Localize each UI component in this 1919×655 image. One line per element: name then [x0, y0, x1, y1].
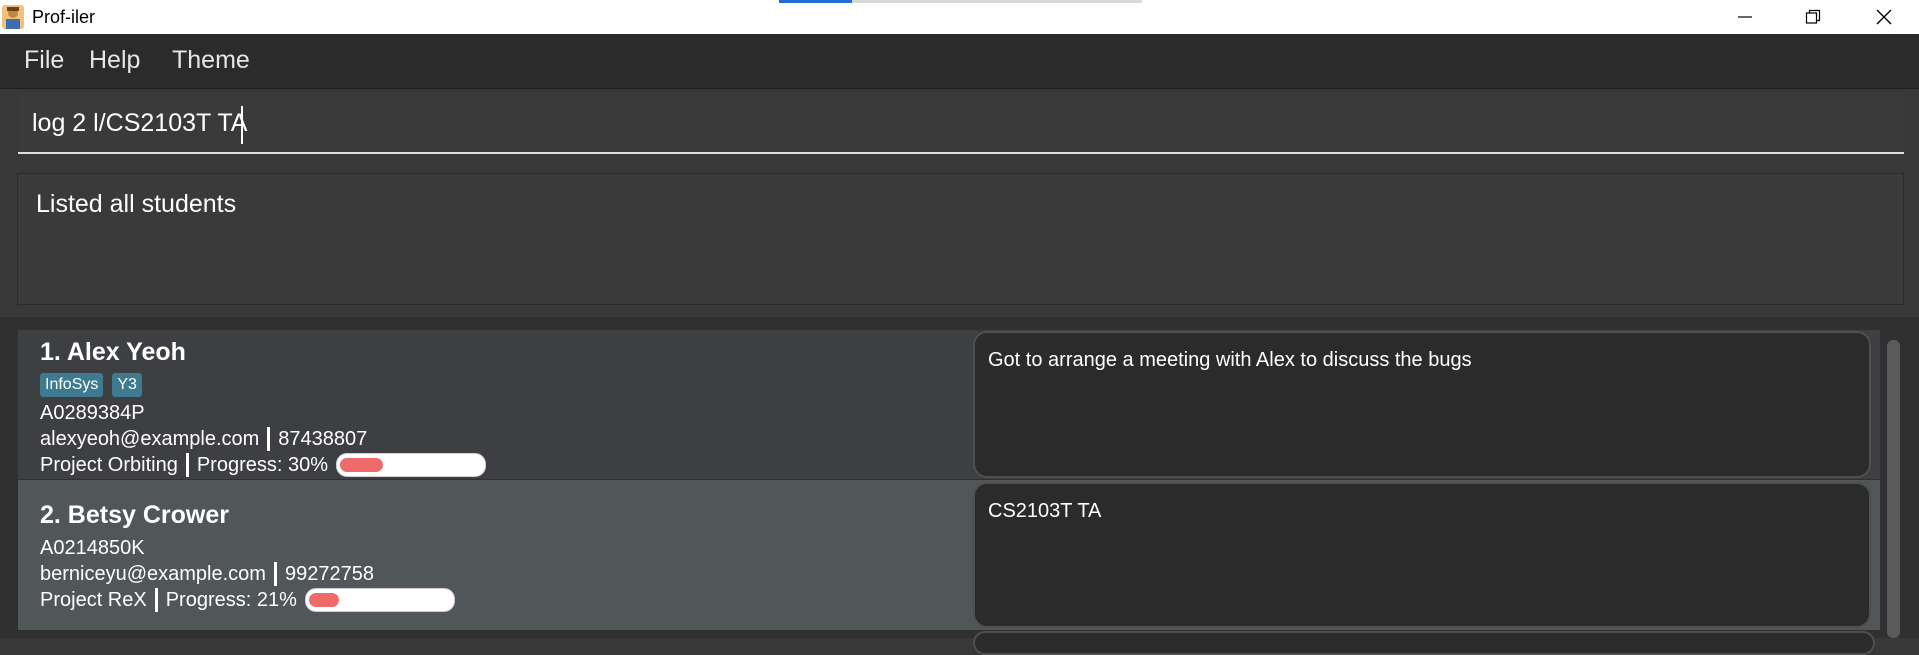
progress-label: Progress: 30% — [196, 454, 329, 476]
contact-line: alexyeoh@example.com 87438807 — [40, 427, 367, 451]
profiler-avatar-icon — [2, 5, 24, 29]
student-id: A0214850K — [40, 537, 145, 559]
minimize-button[interactable] — [1710, 0, 1780, 34]
student-phone: 99272758 — [284, 563, 374, 585]
separator — [185, 453, 189, 477]
student-email: berniceyu@example.com — [40, 563, 266, 585]
menu-bar: File Help Theme — [0, 34, 1919, 89]
contact-line: berniceyu@example.com 99272758 — [40, 562, 374, 586]
progress-label: Progress: 21% — [165, 589, 297, 611]
minimize-icon — [1738, 16, 1752, 18]
title-accent-bar — [779, 0, 852, 3]
note-box[interactable]: CS2103T TA — [973, 482, 1871, 628]
command-input[interactable] — [32, 106, 1892, 140]
note-box[interactable]: Got to arrange a meeting with Alex to di… — [973, 331, 1871, 478]
separator — [154, 588, 158, 612]
tag: Y3 — [112, 373, 142, 397]
tag-list: InfoSys Y3 — [40, 373, 142, 397]
student-name: 1. Alex Yeoh — [40, 338, 186, 366]
next-card-note-peek — [973, 631, 1875, 655]
restore-button[interactable] — [1778, 0, 1848, 34]
progress-bar — [304, 588, 455, 612]
title-divider-bar — [852, 0, 1142, 3]
close-button[interactable] — [1849, 0, 1919, 34]
separator — [273, 562, 277, 586]
restore-icon — [1805, 9, 1821, 24]
progress-fill — [340, 458, 384, 472]
student-email: alexyeoh@example.com — [40, 428, 260, 450]
menu-file[interactable]: File — [24, 45, 64, 75]
text-caret — [241, 106, 243, 144]
note-text: CS2103T TA — [988, 500, 1102, 522]
result-display: Listed all students — [17, 173, 1904, 305]
project-line: Project Orbiting Progress: 30% — [40, 453, 487, 477]
student-project: Project Orbiting — [40, 454, 178, 476]
student-id-line: A0289384P — [40, 401, 145, 425]
window-title-bar: Prof-iler — [0, 0, 1919, 34]
student-card[interactable]: 1. Alex Yeoh InfoSys Y3 A0289384P alexye… — [18, 330, 1880, 479]
progress-fill — [308, 593, 339, 607]
tag: InfoSys — [40, 373, 104, 397]
student-id-line: A0214850K — [40, 536, 145, 560]
close-icon — [1876, 9, 1892, 25]
student-project: Project ReX — [40, 589, 147, 611]
student-id: A0289384P — [40, 402, 145, 424]
command-box — [18, 92, 1904, 154]
project-line: Project ReX Progress: 21% — [40, 588, 455, 612]
progress-bar — [336, 453, 487, 477]
menu-theme[interactable]: Theme — [172, 45, 250, 75]
window-title: Prof-iler — [32, 7, 96, 27]
student-phone: 87438807 — [278, 428, 368, 450]
menu-help[interactable]: Help — [89, 45, 140, 75]
student-name: 2. Betsy Crower — [40, 501, 229, 529]
student-card[interactable]: 2. Betsy Crower A0214850K berniceyu@exam… — [18, 480, 1880, 630]
list-scrollbar-thumb[interactable] — [1887, 340, 1900, 638]
note-text: Got to arrange a meeting with Alex to di… — [988, 349, 1472, 371]
separator — [267, 427, 271, 451]
result-message: Listed all students — [36, 190, 237, 218]
